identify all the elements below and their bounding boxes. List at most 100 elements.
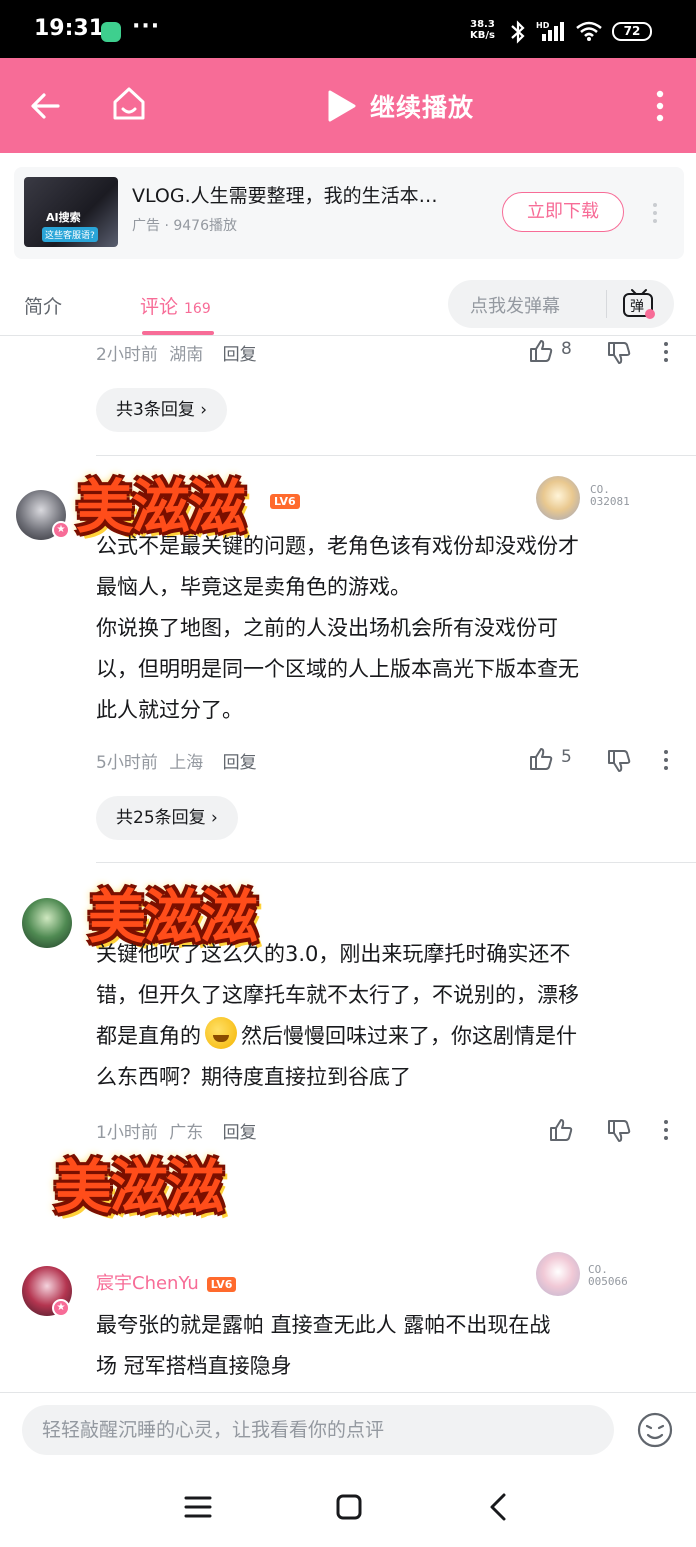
comment-text: 公式不是最关键的问题，老角色该有戏份却没戏份才 最恼人，毕竟这是卖角色的游戏。 … [96, 526, 680, 731]
view-replies-button[interactable]: 共3条回复 › [96, 388, 228, 432]
comment-text-line: 关键他吹了这么久的3.0，刚出来玩摩托时确实还不 [96, 942, 571, 966]
wifi-icon [576, 21, 602, 41]
comment-divider [96, 862, 696, 863]
emoji-picker-icon[interactable] [636, 1411, 674, 1449]
svg-text:HD: HD [536, 21, 550, 30]
danmaku-toggle-icon[interactable]: 弹 [622, 288, 656, 320]
like-count: 8 [561, 339, 572, 359]
comment-text-line: 公式不是最关键的问题，老角色该有戏份却没戏份才 [96, 534, 579, 558]
download-now-button[interactable]: 立即下载 [502, 192, 624, 232]
comment-time: 5小时前 [96, 753, 158, 773]
fan-medal-avatar [536, 476, 580, 520]
comment-text-segment: 都是直角的 [96, 1024, 201, 1048]
status-bar: 19:31 ··· 38.3 KB/s HD 72 [0, 0, 696, 58]
fan-medal-digits: 005066 [588, 1275, 628, 1288]
comment-more-icon[interactable] [660, 1118, 672, 1142]
network-speed-value: 38.3 [470, 19, 495, 30]
app-notification-icon [101, 22, 121, 42]
ad-more-icon[interactable] [650, 201, 660, 225]
comment-input[interactable]: 轻轻敲醒沉睡的心灵，让我看看你的点评 [22, 1405, 614, 1455]
view-replies-label: 共25条回复 [116, 808, 206, 828]
comment-text-line: 此人就过分了。 [96, 698, 243, 722]
danmaku-input[interactable]: 点我发弹幕 弹 [448, 280, 674, 328]
fan-medal-number: CO. 032081 [590, 484, 630, 508]
comment-text: 关键他吹了这么久的3.0，刚出来玩摩托时确实还不 错，但开久了这摩托车就不太行了… [96, 934, 680, 1098]
tab-bar: 简介 评论 169 点我发弹幕 弹 [0, 272, 696, 336]
comment-text-line: 你说换了地图，之前的人没出场机会所有没戏份可 [96, 616, 558, 640]
verified-badge-icon: ★ [52, 1299, 70, 1317]
back-arrow-icon[interactable] [28, 88, 64, 124]
ad-title[interactable]: VLOG.人生需要整理，我的生活本… [132, 181, 490, 208]
nav-back-icon[interactable] [488, 1492, 508, 1522]
continue-playing-button[interactable]: 继续播放 [370, 88, 474, 124]
home-icon[interactable] [110, 84, 148, 124]
thumbs-down-icon[interactable] [606, 340, 632, 366]
battery-indicator: 72 [612, 22, 652, 41]
ad-thumbnail-subtag: 这些客服语? [42, 227, 98, 242]
play-icon[interactable] [324, 88, 358, 124]
status-time: 19:31 [34, 16, 105, 41]
chevron-right-icon: › [211, 808, 218, 828]
top-bar: 继续播放 [0, 58, 696, 153]
reply-button[interactable]: 回复 [223, 345, 257, 365]
comment-more-icon[interactable] [660, 748, 672, 772]
comment-text-line: 场 冠军搭档直接隐身 [96, 1354, 292, 1378]
user-avatar[interactable] [22, 898, 72, 948]
comment-text-line: 都是直角的 然后慢慢回味过来了，你这剧情是什 [96, 1016, 680, 1057]
thumbs-up-icon[interactable] [528, 338, 554, 364]
tab-intro[interactable]: 简介 [24, 292, 62, 319]
meizizi-sticker: 美滋滋 [54, 1153, 224, 1221]
username[interactable]: 宸宇ChenYu LV6 [96, 1269, 237, 1295]
danmaku-divider [606, 290, 607, 318]
comment-divider [96, 455, 696, 456]
comment-text-line: 最夸张的就是露帕 直接查无此人 露帕不出现在战 [96, 1313, 551, 1337]
comment-text-line: 以，但明明是同一个区域的人上版本高光下版本查无 [96, 657, 579, 681]
fan-medal-avatar [536, 1252, 580, 1296]
tab-comments-count: 169 [184, 301, 211, 317]
view-replies-button[interactable]: 共25条回复 › [96, 796, 238, 840]
verified-badge-icon: ★ [52, 521, 70, 539]
comment-meta: 2小时前 湖南 回复 [96, 340, 257, 365]
ad-card[interactable]: AI搜索 这些客服语? VLOG.人生需要整理，我的生活本… 广告 · 9476… [14, 167, 684, 259]
ad-thumbnail[interactable]: AI搜索 这些客服语? [24, 177, 118, 247]
comment-text-segment: 然后慢慢回味过来了，你这剧情是什 [241, 1024, 577, 1048]
danmaku-placeholder: 点我发弹幕 [470, 296, 560, 317]
like-count: 5 [561, 747, 572, 767]
reply-button[interactable]: 回复 [223, 753, 257, 773]
tab-active-indicator [142, 331, 214, 335]
username-text: 宸宇ChenYu [96, 1273, 199, 1294]
signal-icon: HD [536, 21, 564, 41]
comment-time: 2小时前 [96, 345, 158, 365]
reply-button[interactable]: 回复 [223, 1123, 257, 1143]
comment-input-bar: 轻轻敲醒沉睡的心灵，让我看看你的点评 [0, 1392, 696, 1466]
ad-thumbnail-tag: AI搜索 [46, 211, 81, 224]
more-notifications-icon: ··· [132, 14, 161, 39]
more-vertical-icon[interactable] [650, 86, 670, 126]
nav-home-icon[interactable] [336, 1494, 362, 1520]
network-speed-unit: KB/s [470, 30, 495, 41]
comment-text-line: 错，但开久了这摩托车就不太行了，不说别的，漂移 [96, 983, 579, 1007]
chevron-right-icon: › [200, 400, 208, 420]
comment-text-line: 么东西啊？期待度直接拉到谷底了 [96, 1065, 411, 1089]
comment-text-line: 最恼人，毕竟这是卖角色的游戏。 [96, 575, 411, 599]
tab-comments[interactable]: 评论 169 [140, 292, 211, 319]
system-nav-bar [0, 1466, 696, 1547]
thumbs-down-icon[interactable] [606, 748, 632, 774]
laughing-emoji-icon [205, 1017, 237, 1049]
comment-location: 上海 [169, 753, 204, 773]
view-replies-label: 共3条回复 [116, 400, 195, 420]
user-level-badge: LV6 [270, 494, 300, 509]
user-level-badge: LV6 [206, 1276, 237, 1292]
fan-medal-digits: 032081 [590, 495, 630, 508]
thumbs-up-icon[interactable] [528, 746, 554, 772]
ad-meta: 广告 · 9476播放 [132, 218, 237, 234]
thumbs-down-icon[interactable] [606, 1118, 632, 1144]
network-speed: 38.3 KB/s [470, 19, 495, 41]
recent-apps-icon[interactable] [184, 1494, 212, 1520]
comment-meta: 5小时前 上海 回复 [96, 748, 257, 773]
tab-comments-label: 评论 [140, 296, 179, 318]
comment-more-icon[interactable] [660, 340, 672, 364]
comment-text: 最夸张的就是露帕 直接查无此人 露帕不出现在战 场 冠军搭档直接隐身 [96, 1305, 680, 1387]
fan-medal-number: CO. 005066 [588, 1264, 628, 1288]
thumbs-up-icon[interactable] [548, 1117, 574, 1143]
